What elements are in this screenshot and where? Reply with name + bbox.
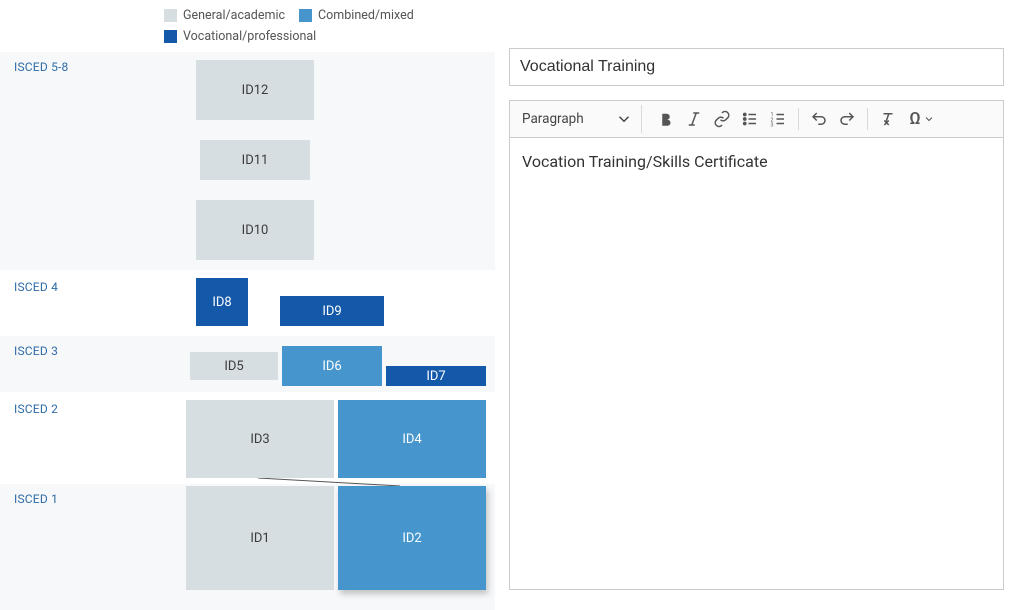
editor-content: Vocation Training/Skills Certificate xyxy=(522,152,991,171)
block-format-label: Paragraph xyxy=(522,111,584,127)
bullet-list-button[interactable] xyxy=(736,105,764,133)
redo-button[interactable] xyxy=(833,105,861,133)
node-id7[interactable]: ID7 xyxy=(386,366,486,386)
title-input[interactable] xyxy=(509,48,1004,86)
node-id6[interactable]: ID6 xyxy=(282,346,382,386)
swatch-combined xyxy=(299,9,312,22)
link-button[interactable] xyxy=(708,105,736,133)
node-id3[interactable]: ID3 xyxy=(186,400,334,478)
toolbar-separator xyxy=(798,108,799,130)
level-label-isced3: ISCED 3 xyxy=(14,344,58,358)
rich-text-editor: Paragraph 123 xyxy=(509,100,1004,590)
swatch-vocational xyxy=(164,30,177,43)
legend-item-combined: Combined/mixed xyxy=(299,8,414,23)
swatch-general xyxy=(164,9,177,22)
legend-item-general: General/academic xyxy=(164,8,285,23)
node-id12[interactable]: ID12 xyxy=(196,60,314,120)
level-label-isced1: ISCED 1 xyxy=(14,492,58,506)
level-label-isced4: ISCED 4 xyxy=(14,280,58,294)
node-id2[interactable]: ID2 xyxy=(338,486,486,590)
chevron-down-icon xyxy=(615,110,633,128)
toolbar-separator xyxy=(867,108,868,130)
legend-label-general: General/academic xyxy=(183,8,285,23)
bold-button[interactable] xyxy=(652,105,680,133)
diagram-panel: General/academic Combined/mixed Vocation… xyxy=(0,0,495,610)
node-id5[interactable]: ID5 xyxy=(190,352,278,380)
node-id10[interactable]: ID10 xyxy=(196,200,314,260)
level-label-isced2: ISCED 2 xyxy=(14,402,58,416)
editor-toolbar: Paragraph 123 xyxy=(510,101,1003,138)
clear-format-button[interactable] xyxy=(874,105,902,133)
level-label-isced58: ISCED 5-8 xyxy=(14,60,68,74)
special-char-button[interactable]: Ω xyxy=(902,105,942,133)
node-id11[interactable]: ID11 xyxy=(200,140,310,180)
legend-item-vocational: Vocational/professional xyxy=(164,29,316,44)
legend-label-vocational: Vocational/professional xyxy=(183,29,316,44)
editor-body[interactable]: Vocation Training/Skills Certificate xyxy=(510,138,1003,589)
italic-button[interactable] xyxy=(680,105,708,133)
editor-panel: Paragraph 123 xyxy=(495,0,1024,610)
node-id8[interactable]: ID8 xyxy=(196,278,248,326)
numbered-list-button[interactable]: 123 xyxy=(764,105,792,133)
legend-label-combined: Combined/mixed xyxy=(318,8,414,23)
block-format-select[interactable]: Paragraph xyxy=(514,105,642,133)
node-id1[interactable]: ID1 xyxy=(186,486,334,590)
node-id9[interactable]: ID9 xyxy=(280,296,384,326)
node-id4[interactable]: ID4 xyxy=(338,400,486,478)
svg-text:3: 3 xyxy=(771,123,774,129)
undo-button[interactable] xyxy=(805,105,833,133)
legend: General/academic Combined/mixed Vocation… xyxy=(164,8,414,44)
